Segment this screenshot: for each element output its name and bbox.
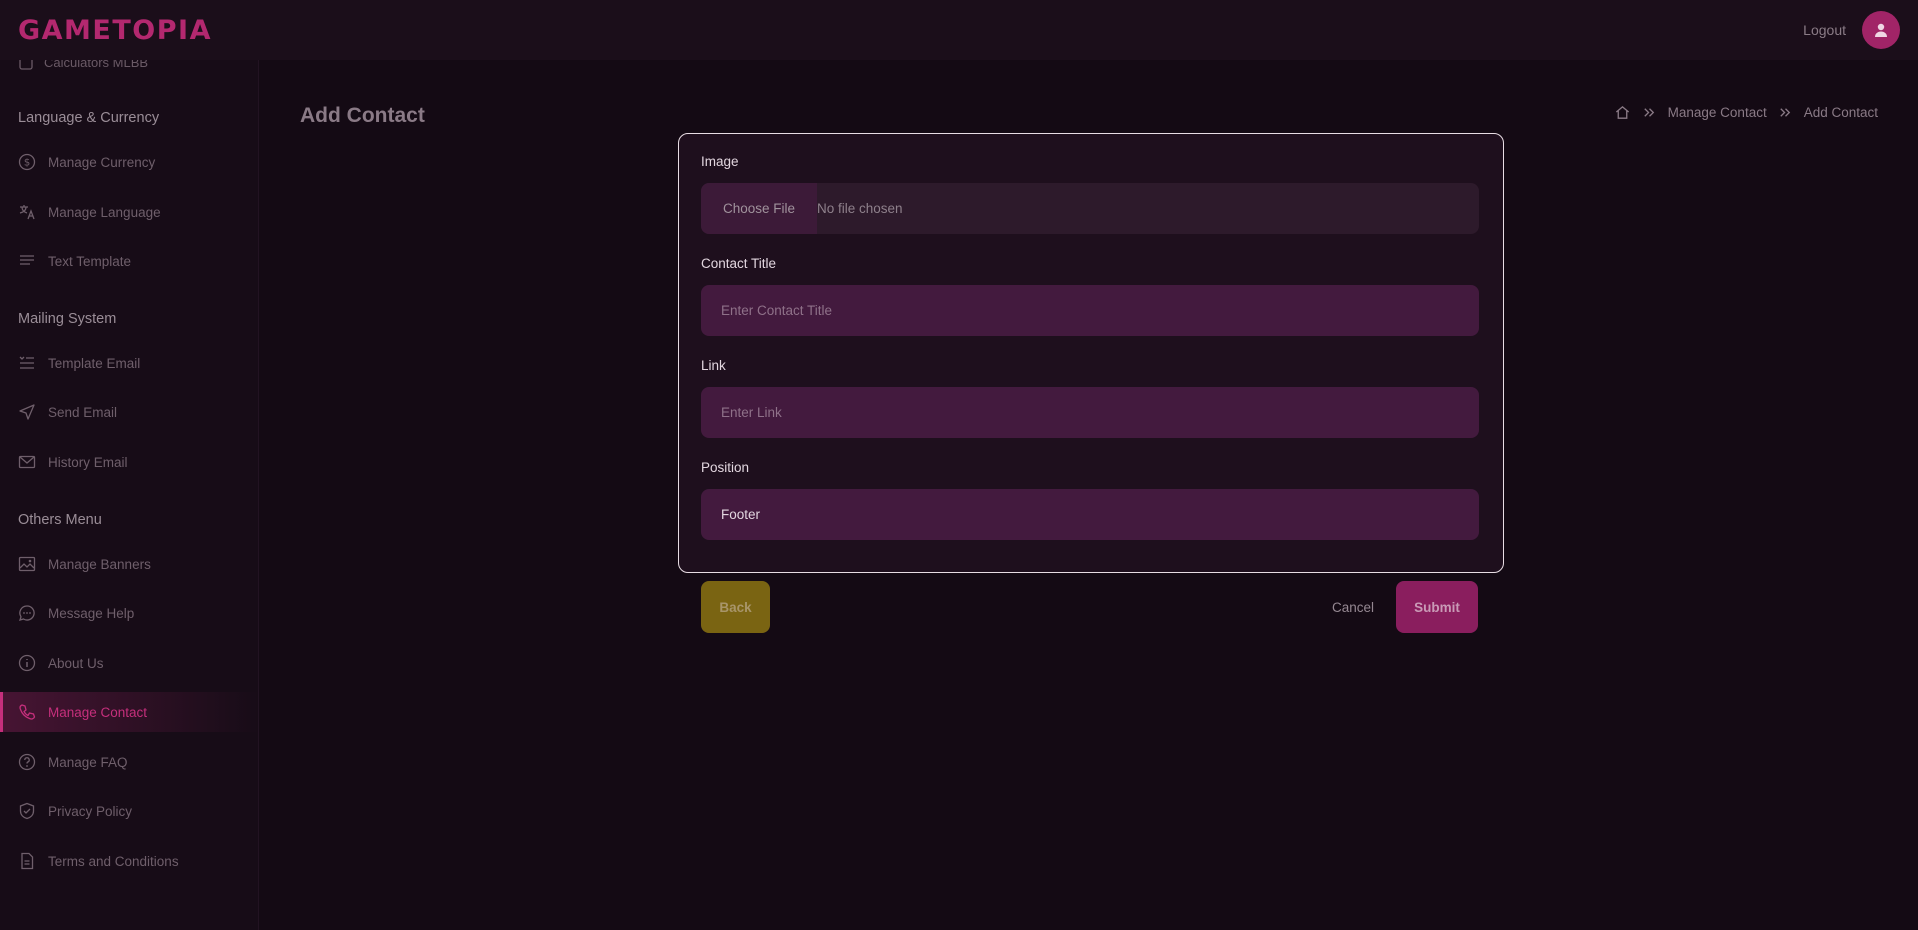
sidebar-item-label: Manage Language bbox=[48, 204, 161, 220]
submit-button[interactable]: Submit bbox=[1396, 581, 1478, 633]
document-icon bbox=[21, 852, 34, 870]
shield-icon bbox=[19, 802, 35, 820]
cancel-button[interactable]: Cancel bbox=[1320, 581, 1386, 633]
sidebar-item-label: Calculators MLBB bbox=[44, 60, 149, 70]
double-chevron-right-icon bbox=[1643, 108, 1654, 117]
sidebar-item-label: History Email bbox=[48, 454, 128, 470]
breadcrumb-add-contact: Add Contact bbox=[1803, 105, 1878, 120]
chat-icon bbox=[19, 605, 35, 621]
breadcrumb-manage-contact[interactable]: Manage Contact bbox=[1668, 105, 1767, 120]
add-contact-form: Image Choose File No file chosen Contact… bbox=[678, 133, 1504, 573]
app-logo[interactable]: GAMETOPIA bbox=[18, 15, 212, 46]
image-field: Image Choose File No file chosen bbox=[701, 154, 1481, 234]
contact-title-label: Contact Title bbox=[701, 256, 777, 271]
sidebar-item-manage-contact[interactable]: Manage Contact bbox=[0, 692, 258, 732]
info-icon bbox=[18, 654, 36, 672]
dollar-circle-icon: $ bbox=[18, 153, 36, 171]
text-lines-icon bbox=[20, 255, 34, 265]
sidebar-item-manage-banners[interactable]: Manage Banners bbox=[0, 544, 258, 584]
list-icon bbox=[19, 356, 34, 369]
back-button[interactable]: Back bbox=[701, 581, 770, 633]
sidebar-item-history-email[interactable]: History Email bbox=[0, 442, 258, 482]
position-label: Position bbox=[701, 460, 750, 475]
sidebar-item-label: Manage FAQ bbox=[48, 754, 128, 770]
sidebar-item-label: Manage Currency bbox=[48, 154, 156, 170]
section-title-language-currency: Language & Currency bbox=[18, 110, 160, 126]
mail-icon bbox=[18, 455, 36, 469]
contact-title-input[interactable] bbox=[701, 285, 1479, 336]
sidebar-item-terms-and-conditions[interactable]: Terms and Conditions bbox=[0, 841, 258, 881]
choose-file-button[interactable]: Choose File bbox=[701, 183, 817, 234]
sidebar-item-manage-language[interactable]: Manage Language bbox=[0, 192, 258, 232]
home-icon[interactable] bbox=[1614, 104, 1631, 121]
calculator-icon bbox=[19, 60, 33, 70]
sidebar-item-label: Message Help bbox=[48, 605, 135, 621]
sidebar-item-privacy-policy[interactable]: Privacy Policy bbox=[0, 791, 258, 831]
logout-link[interactable]: Logout bbox=[1803, 22, 1846, 38]
user-icon bbox=[1875, 23, 1887, 37]
file-status: No file chosen bbox=[817, 201, 903, 216]
sidebar-item-manage-currency[interactable]: $ Manage Currency bbox=[0, 142, 258, 182]
sidebar-item-text-template[interactable]: Text Template bbox=[0, 241, 258, 281]
position-field: Position Footer bbox=[701, 460, 1481, 540]
send-icon bbox=[19, 404, 35, 420]
sidebar: Calculators MLBB Language & Currency $ M… bbox=[0, 60, 259, 930]
sidebar-item-label: Terms and Conditions bbox=[48, 853, 179, 869]
link-field: Link bbox=[701, 358, 1481, 438]
image-label: Image bbox=[701, 154, 739, 169]
sidebar-item-label: Manage Banners bbox=[48, 556, 151, 572]
user-avatar[interactable] bbox=[1862, 11, 1900, 49]
page-title: Add Contact bbox=[300, 104, 425, 127]
svg-text:$: $ bbox=[24, 158, 30, 169]
position-select[interactable]: Footer bbox=[701, 489, 1479, 540]
sidebar-item-label: Template Email bbox=[48, 355, 141, 371]
sidebar-item-label: Manage Contact bbox=[48, 704, 148, 720]
position-selected-value: Footer bbox=[721, 507, 761, 522]
link-label: Link bbox=[701, 358, 726, 373]
section-title-others-menu: Others Menu bbox=[18, 512, 102, 528]
sidebar-item-label: About Us bbox=[48, 655, 104, 671]
link-input[interactable] bbox=[701, 387, 1479, 438]
sidebar-item-manage-faq[interactable]: Manage FAQ bbox=[0, 742, 258, 782]
phone-icon bbox=[19, 704, 36, 720]
sidebar-item-message-help[interactable]: Message Help bbox=[0, 593, 258, 633]
sidebar-item-send-email[interactable]: Send Email bbox=[0, 392, 258, 432]
image-icon bbox=[18, 556, 36, 572]
translate-icon bbox=[19, 205, 35, 220]
double-chevron-right-icon bbox=[1780, 108, 1790, 117]
sidebar-item-label: Text Template bbox=[48, 253, 132, 269]
sidebar-item-calculators[interactable]: Calculators MLBB bbox=[18, 60, 148, 70]
sidebar-item-label: Privacy Policy bbox=[48, 803, 133, 819]
top-bar: GAMETOPIA Logout bbox=[0, 0, 1918, 60]
sidebar-item-template-email[interactable]: Template Email bbox=[0, 343, 258, 383]
image-file-input[interactable]: Choose File No file chosen bbox=[701, 183, 1479, 234]
contact-title-field: Contact Title bbox=[701, 256, 1481, 336]
breadcrumb: Manage Contact Add Contact bbox=[1614, 104, 1878, 121]
question-icon bbox=[18, 753, 36, 771]
sidebar-item-about-us[interactable]: About Us bbox=[0, 643, 258, 683]
section-title-mailing-system: Mailing System bbox=[18, 311, 117, 327]
sidebar-item-label: Send Email bbox=[48, 404, 118, 420]
